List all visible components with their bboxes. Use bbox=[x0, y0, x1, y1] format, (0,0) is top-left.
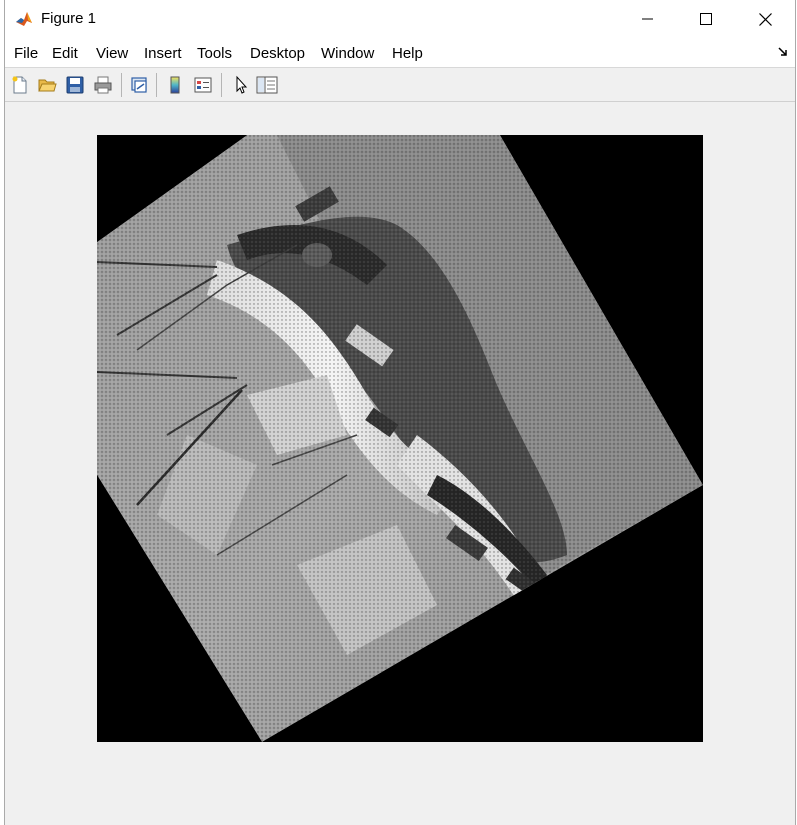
menu-desktop[interactable]: Desktop bbox=[250, 45, 305, 62]
new-figure-button[interactable] bbox=[8, 73, 32, 97]
minimize-button[interactable] bbox=[619, 0, 677, 38]
open-file-button[interactable] bbox=[35, 73, 59, 97]
maximize-button[interactable] bbox=[677, 0, 735, 38]
close-button[interactable] bbox=[736, 0, 794, 38]
print-icon bbox=[94, 76, 112, 94]
window-title: Figure 1 bbox=[41, 10, 97, 27]
figure-window: Figure 1 File Edit View Insert Tools Des… bbox=[4, 0, 796, 825]
menu-edit[interactable]: Edit bbox=[52, 45, 78, 62]
link-plot-button[interactable] bbox=[127, 73, 151, 97]
edit-plot-pointer-icon bbox=[236, 75, 248, 94]
menu-file[interactable]: File bbox=[14, 45, 38, 62]
save-icon bbox=[66, 76, 84, 94]
save-button[interactable] bbox=[63, 73, 87, 97]
toolbar-separator bbox=[221, 73, 222, 97]
toolbar-separator bbox=[156, 73, 157, 97]
image-axes[interactable] bbox=[97, 135, 703, 742]
figure-toolbar bbox=[5, 68, 795, 102]
property-inspector-icon bbox=[256, 76, 278, 94]
menu-insert[interactable]: Insert bbox=[144, 45, 182, 62]
minimize-icon bbox=[642, 18, 653, 20]
menu-window[interactable]: Window bbox=[321, 45, 374, 62]
insert-colorbar-button[interactable] bbox=[163, 73, 187, 97]
insert-legend-icon bbox=[194, 77, 212, 93]
menu-bar: File Edit View Insert Tools Desktop Wind… bbox=[5, 38, 795, 68]
new-figure-icon bbox=[12, 76, 27, 94]
menu-tools[interactable]: Tools bbox=[197, 45, 232, 62]
edit-plot-button[interactable] bbox=[229, 73, 253, 97]
menu-view[interactable]: View bbox=[96, 45, 128, 62]
link-plot-icon bbox=[131, 77, 147, 93]
close-icon bbox=[758, 12, 772, 26]
title-bar[interactable]: Figure 1 bbox=[5, 0, 795, 38]
maximize-icon bbox=[700, 13, 712, 25]
print-button[interactable] bbox=[91, 73, 115, 97]
property-inspector-button[interactable] bbox=[255, 73, 279, 97]
open-file-icon bbox=[38, 79, 57, 92]
toolbar-separator bbox=[121, 73, 122, 97]
matlab-logo-icon bbox=[14, 9, 34, 29]
rotated-grayscale-image bbox=[97, 135, 703, 742]
insert-legend-button[interactable] bbox=[191, 73, 215, 97]
dock-arrow-icon[interactable] bbox=[777, 46, 789, 58]
figure-canvas[interactable] bbox=[5, 102, 795, 825]
insert-colorbar-icon bbox=[170, 76, 180, 94]
menu-help[interactable]: Help bbox=[392, 45, 423, 62]
